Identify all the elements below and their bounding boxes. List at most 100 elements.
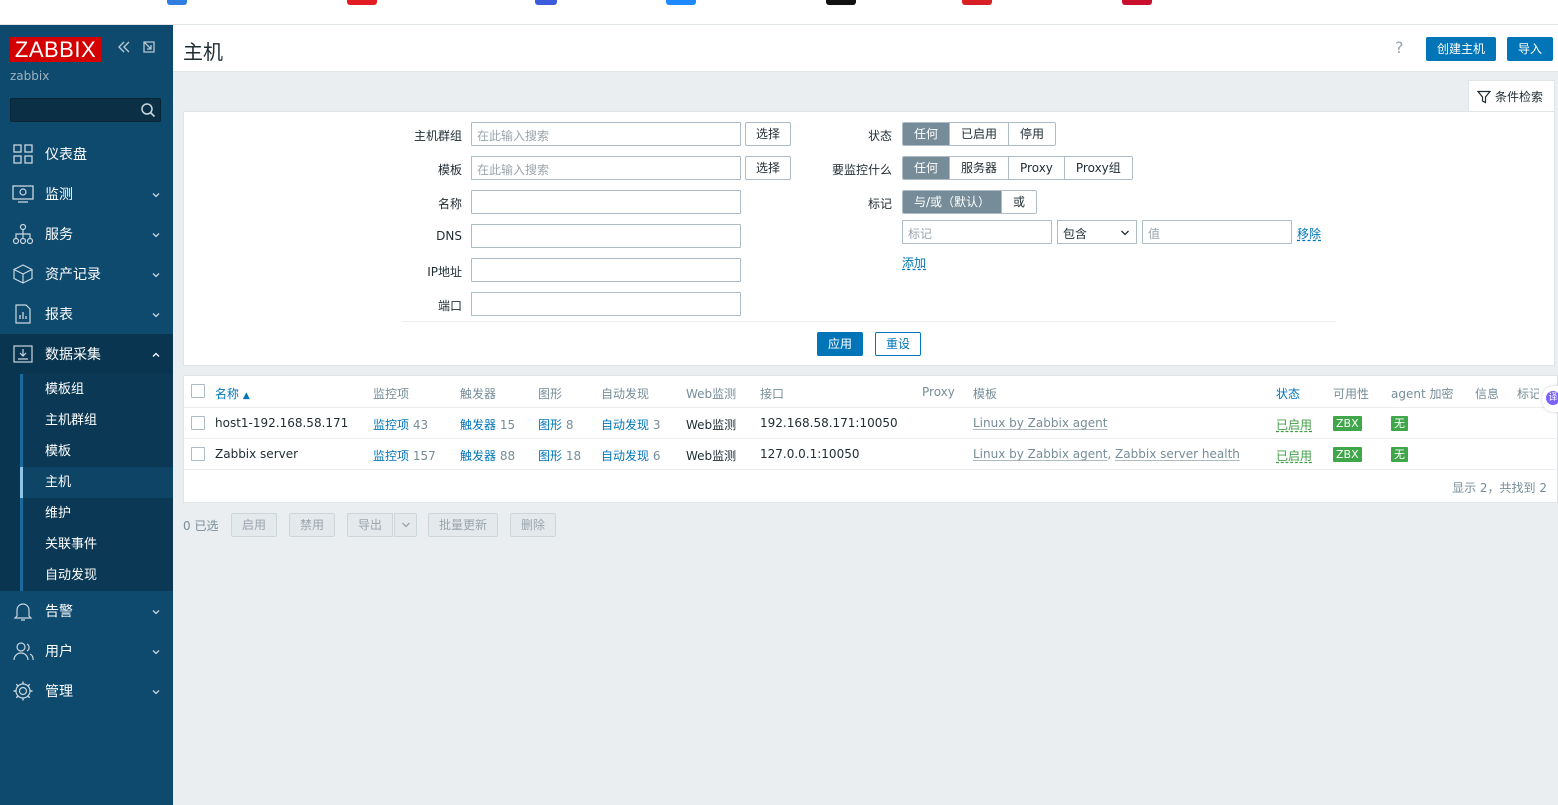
translate-widget[interactable]: 译 xyxy=(1542,386,1558,412)
column-header-interface: 接口 xyxy=(760,387,785,401)
tag-operator-select[interactable]: 包含 xyxy=(1057,220,1137,244)
submenu-item-templates[interactable]: 模板 xyxy=(20,436,173,467)
menu-item-label: 服务 xyxy=(45,227,73,243)
filter-divider xyxy=(402,321,1336,322)
dns-input[interactable] xyxy=(471,224,741,248)
hide-sidebar-icon[interactable] xyxy=(141,39,157,60)
discovery-link[interactable]: 自动发现 xyxy=(601,449,649,463)
port-input[interactable] xyxy=(471,292,741,316)
monitored-by-server-option[interactable]: 服务器 xyxy=(949,157,1009,179)
zabbix-logo[interactable]: ZABBIX xyxy=(10,37,101,62)
row-checkbox[interactable] xyxy=(191,447,205,461)
menu-item-label: 报表 xyxy=(45,307,73,323)
menu-item-inventory[interactable]: 资产记录 xyxy=(0,254,173,294)
reset-button[interactable]: 重设 xyxy=(875,332,922,356)
tag-operator-value: 包含 xyxy=(1063,227,1088,241)
host-name-link[interactable]: Zabbix server xyxy=(215,447,298,461)
tag-name-input[interactable]: 标记 xyxy=(902,220,1052,244)
template-link[interactable]: Linux by Zabbix agent xyxy=(973,416,1107,430)
web-link[interactable]: Web监测 xyxy=(686,447,736,464)
bookmark-icon[interactable] xyxy=(347,0,377,5)
select-all-checkbox[interactable] xyxy=(191,384,205,398)
export-dropdown-button[interactable] xyxy=(394,513,417,537)
create-host-button[interactable]: 创建主机 xyxy=(1426,37,1497,61)
menu-item-administration[interactable]: 管理 xyxy=(0,671,173,711)
collapse-sidebar-icon[interactable] xyxy=(116,39,132,60)
delete-button[interactable]: 删除 xyxy=(510,513,557,537)
menu-item-reports[interactable]: 报表 xyxy=(0,294,173,334)
status-disabled-option[interactable]: 停用 xyxy=(1008,123,1056,145)
column-header-graphs: 图形 xyxy=(538,387,563,401)
discovery-link[interactable]: 自动发现 xyxy=(601,418,649,432)
search-icon[interactable] xyxy=(140,102,156,118)
apply-button[interactable]: 应用 xyxy=(817,332,864,356)
mass-update-button[interactable]: 批量更新 xyxy=(428,513,499,537)
monitored-by-any-option[interactable]: 任何 xyxy=(903,157,950,179)
help-icon[interactable]: ? xyxy=(1395,38,1404,57)
enable-button[interactable]: 启用 xyxy=(231,513,278,537)
web-link[interactable]: Web监测 xyxy=(686,416,736,433)
row-checkbox[interactable] xyxy=(191,416,205,430)
graphs-link[interactable]: 图形 xyxy=(538,449,562,463)
status-toggle[interactable]: 已启用 xyxy=(1276,416,1312,433)
tag-add-link[interactable]: 添加 xyxy=(902,254,926,271)
template-link[interactable]: Zabbix server health xyxy=(1115,447,1240,461)
column-header-status[interactable]: 状态 xyxy=(1276,385,1300,402)
templates-input[interactable]: 在此输入搜索 xyxy=(471,156,741,180)
graphs-link[interactable]: 图形 xyxy=(538,418,562,432)
row-divider xyxy=(184,438,1558,439)
items-link[interactable]: 监控项 xyxy=(373,418,409,432)
submenu-item-host-groups[interactable]: 主机群组 xyxy=(20,405,173,436)
status-enabled-option[interactable]: 已启用 xyxy=(949,123,1009,145)
chevron-down-icon xyxy=(151,645,161,655)
column-header-availability: 可用性 xyxy=(1333,387,1370,401)
submenu-item-maintenance[interactable]: 维护 xyxy=(20,498,173,529)
ip-input[interactable] xyxy=(471,258,741,282)
host-name-link[interactable]: host1-192.168.58.171 xyxy=(215,416,348,430)
tag-value-input[interactable]: 值 xyxy=(1142,220,1292,244)
template-link[interactable]: Linux by Zabbix agent xyxy=(973,447,1107,461)
column-header-templates: 模板 xyxy=(973,387,998,401)
sidebar-search-input[interactable] xyxy=(10,98,161,122)
bookmark-icon[interactable] xyxy=(167,0,187,5)
host-groups-label: 主机群组 xyxy=(413,129,462,143)
submenu-item-discovery[interactable]: 自动发现 xyxy=(20,560,173,591)
column-header-name[interactable]: 名称 ▲ xyxy=(215,385,250,402)
status-toggle[interactable]: 已启用 xyxy=(1276,447,1312,464)
menu-item-users[interactable]: 用户 xyxy=(0,631,173,671)
chevron-down-icon xyxy=(151,605,161,615)
bookmark-icon[interactable] xyxy=(1122,0,1152,5)
menu-item-data-collection[interactable]: 数据采集 xyxy=(0,334,173,374)
name-input[interactable] xyxy=(471,190,741,214)
triggers-link[interactable]: 触发器 xyxy=(460,449,496,463)
submenu-item-hosts[interactable]: 主机 xyxy=(20,467,173,498)
monitored-by-proxy-group-option[interactable]: Proxy组 xyxy=(1063,157,1132,179)
triggers-link[interactable]: 触发器 xyxy=(460,418,496,432)
submenu-item-event-correlation[interactable]: 关联事件 xyxy=(20,529,173,560)
menu-item-dashboard[interactable]: 仪表盘 xyxy=(0,134,173,174)
disable-button[interactable]: 禁用 xyxy=(289,513,336,537)
interface-value: 127.0.0.1:10050 xyxy=(760,447,860,461)
bookmark-icon[interactable] xyxy=(826,0,856,5)
menu-item-services[interactable]: 服务 xyxy=(0,214,173,254)
menu-item-alerts[interactable]: 告警 xyxy=(0,591,173,631)
bookmark-icon[interactable] xyxy=(962,0,992,5)
export-button[interactable]: 导出 xyxy=(347,513,394,537)
items-link[interactable]: 监控项 xyxy=(373,449,409,463)
submenu-item-template-groups[interactable]: 模板组 xyxy=(20,374,173,405)
menu-item-monitoring[interactable]: 监测 xyxy=(0,174,173,214)
filter-tab[interactable]: 条件检索 xyxy=(1468,80,1555,112)
host-groups-select-button[interactable]: 选择 xyxy=(745,122,792,146)
status-any-option[interactable]: 任何 xyxy=(903,123,950,145)
graphs-count: 8 xyxy=(565,418,574,432)
tags-and-or-option[interactable]: 与/或（默认） xyxy=(903,191,1002,213)
host-groups-input[interactable]: 在此输入搜索 xyxy=(471,122,741,146)
templates-select-button[interactable]: 选择 xyxy=(745,156,792,180)
tag-remove-link[interactable]: 移除 xyxy=(1297,225,1321,242)
import-button[interactable]: 导入 xyxy=(1507,37,1554,61)
tags-or-option[interactable]: 或 xyxy=(1001,191,1037,213)
bookmark-icon[interactable] xyxy=(666,0,696,5)
page-title: 主机 xyxy=(183,40,223,64)
monitored-by-proxy-option[interactable]: Proxy xyxy=(1008,157,1064,179)
bookmark-icon[interactable] xyxy=(535,0,557,5)
